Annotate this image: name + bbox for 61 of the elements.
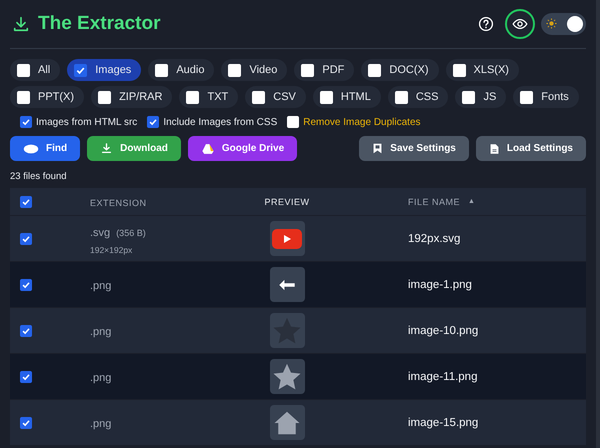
drive-button[interactable]: Google Drive — [188, 136, 298, 161]
row-checkbox[interactable] — [20, 232, 32, 244]
filter-chip[interactable]: PPT(X) — [10, 86, 84, 108]
load-settings-button[interactable]: Load Settings — [476, 136, 586, 161]
option-checkbox[interactable]: Images from HTML src — [20, 116, 138, 128]
download-icon — [100, 142, 114, 155]
file-extension: .png — [90, 326, 112, 338]
left-arrow-icon — [278, 278, 296, 290]
option-checkbox[interactable]: Remove Image Duplicates — [287, 116, 421, 128]
filter-chip[interactable]: Images — [67, 59, 142, 81]
image-dimensions: 192×192px — [90, 244, 134, 254]
filter-chip[interactable]: CSV — [245, 86, 306, 108]
result-count: 23 files found — [10, 171, 68, 182]
check-icon — [75, 64, 86, 76]
column-header: PREVIEW — [264, 196, 310, 206]
file-size: (356 B) — [116, 228, 146, 238]
filter-chip[interactable]: JS — [455, 86, 506, 108]
filter-chip[interactable]: Video — [221, 59, 288, 81]
file-extension: .png — [90, 280, 112, 292]
filter-chip[interactable]: ZIP/RAR — [91, 86, 172, 108]
file-extension: .png — [90, 418, 112, 430]
filter-chip[interactable]: Fonts — [513, 86, 579, 108]
find-button[interactable]: Find — [10, 136, 80, 161]
select-all-checkbox[interactable] — [20, 196, 32, 208]
row-checkbox[interactable] — [20, 324, 32, 336]
filter-chip[interactable]: CSS — [388, 86, 448, 108]
download-icon — [12, 15, 30, 33]
oval-icon — [23, 144, 39, 154]
bookmark-icon — [372, 143, 384, 154]
check-icon — [21, 117, 31, 127]
file-name: image-1.png — [408, 278, 472, 290]
filter-chip[interactable]: TXT — [179, 86, 238, 108]
app-title: The Extractor — [38, 13, 160, 35]
file-name: image-10.png — [408, 324, 478, 336]
help-icon — [478, 16, 494, 32]
sun-icon — [546, 18, 557, 29]
filter-chip[interactable]: HTML — [312, 86, 381, 108]
filter-chip[interactable]: All — [10, 59, 60, 81]
document-icon — [488, 142, 500, 154]
row-checkbox[interactable] — [20, 370, 32, 382]
filter-chip[interactable]: PDF — [294, 59, 354, 81]
filter-chip[interactable]: Audio — [148, 59, 214, 81]
preview-toggle-button[interactable] — [505, 9, 535, 39]
drive-logo-icon — [200, 142, 215, 156]
column-header[interactable]: FILE NAME — [408, 196, 460, 206]
option-checkbox[interactable]: Include Images from CSS — [147, 116, 278, 128]
column-header: EXTENSION — [90, 198, 147, 208]
file-extension: .png — [90, 372, 112, 384]
file-name: image-11.png — [408, 370, 478, 382]
filter-chip[interactable]: XLS(X) — [446, 59, 519, 81]
check-icon — [148, 117, 158, 127]
eye-icon — [512, 16, 528, 32]
row-checkbox[interactable] — [20, 416, 32, 428]
file-extension: .svg — [90, 226, 110, 238]
play-logo-icon — [272, 228, 302, 248]
file-name: image-15.png — [408, 416, 478, 428]
row-checkbox[interactable] — [20, 278, 32, 290]
filter-chip[interactable]: DOC(X) — [361, 59, 438, 81]
theme-toggle[interactable] — [541, 13, 586, 35]
save-settings-button[interactable]: Save Settings — [359, 136, 469, 161]
file-name: 192px.svg — [408, 232, 460, 244]
